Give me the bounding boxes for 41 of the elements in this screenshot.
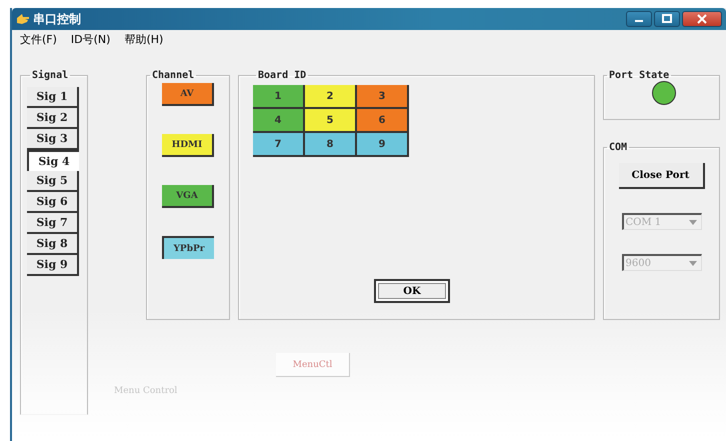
dropdown-arrow-icon [688,220,696,224]
minimize-button[interactable] [626,11,652,27]
group-title: Port State [608,70,670,81]
signal-button[interactable]: Sig 9 [27,255,79,276]
board-id-button[interactable]: 3 [357,85,409,109]
board-id-button[interactable]: 1 [253,85,305,109]
menu-item[interactable]: 帮助(H) [124,32,164,46]
channel-button[interactable]: YPbPr [162,236,214,259]
close-button[interactable] [682,11,722,27]
maximize-button[interactable] [654,11,680,27]
board-id-button[interactable]: 6 [357,109,409,133]
menu-item[interactable]: 文件(F) [20,32,57,46]
close-port-button[interactable]: Close Port [618,163,704,189]
board-id-button[interactable]: 4 [253,109,305,133]
close-icon [697,14,707,24]
channel-button[interactable]: HDMI [162,134,214,157]
board-id-button[interactable]: 5 [305,109,357,133]
group-title: Channel [151,70,196,81]
group-title: Board ID [257,70,308,81]
menu-item[interactable]: ID号(N) [70,32,110,46]
channel-button[interactable]: AV [162,83,214,106]
signal-button[interactable]: Sig 7 [27,213,79,234]
signal-button[interactable]: Sig 8 [27,234,79,255]
board-id-button[interactable]: 7 [253,133,305,157]
board-id-button[interactable]: 9 [357,133,409,157]
signal-button[interactable]: Sig 6 [27,192,79,213]
group-title: COM [608,142,628,153]
signal-button[interactable]: Sig 2 [27,108,79,129]
signal-button[interactable]: Sig 5 [27,171,79,192]
window-title: 串口控制 [33,10,81,28]
maximize-icon [662,14,672,24]
signal-button[interactable]: Sig 1 [27,87,79,108]
hand-icon [16,13,30,25]
dropdown-arrow-icon [688,260,696,266]
signal-button[interactable]: Sig 4 [27,150,79,171]
group-title: Signal [31,70,70,81]
ok-button[interactable]: OK [374,279,450,303]
board-id-button[interactable]: 2 [305,85,357,109]
signal-button[interactable]: Sig 3 [27,129,79,150]
channel-button[interactable]: VGA [162,185,214,208]
board-id-button[interactable]: 8 [305,133,357,157]
